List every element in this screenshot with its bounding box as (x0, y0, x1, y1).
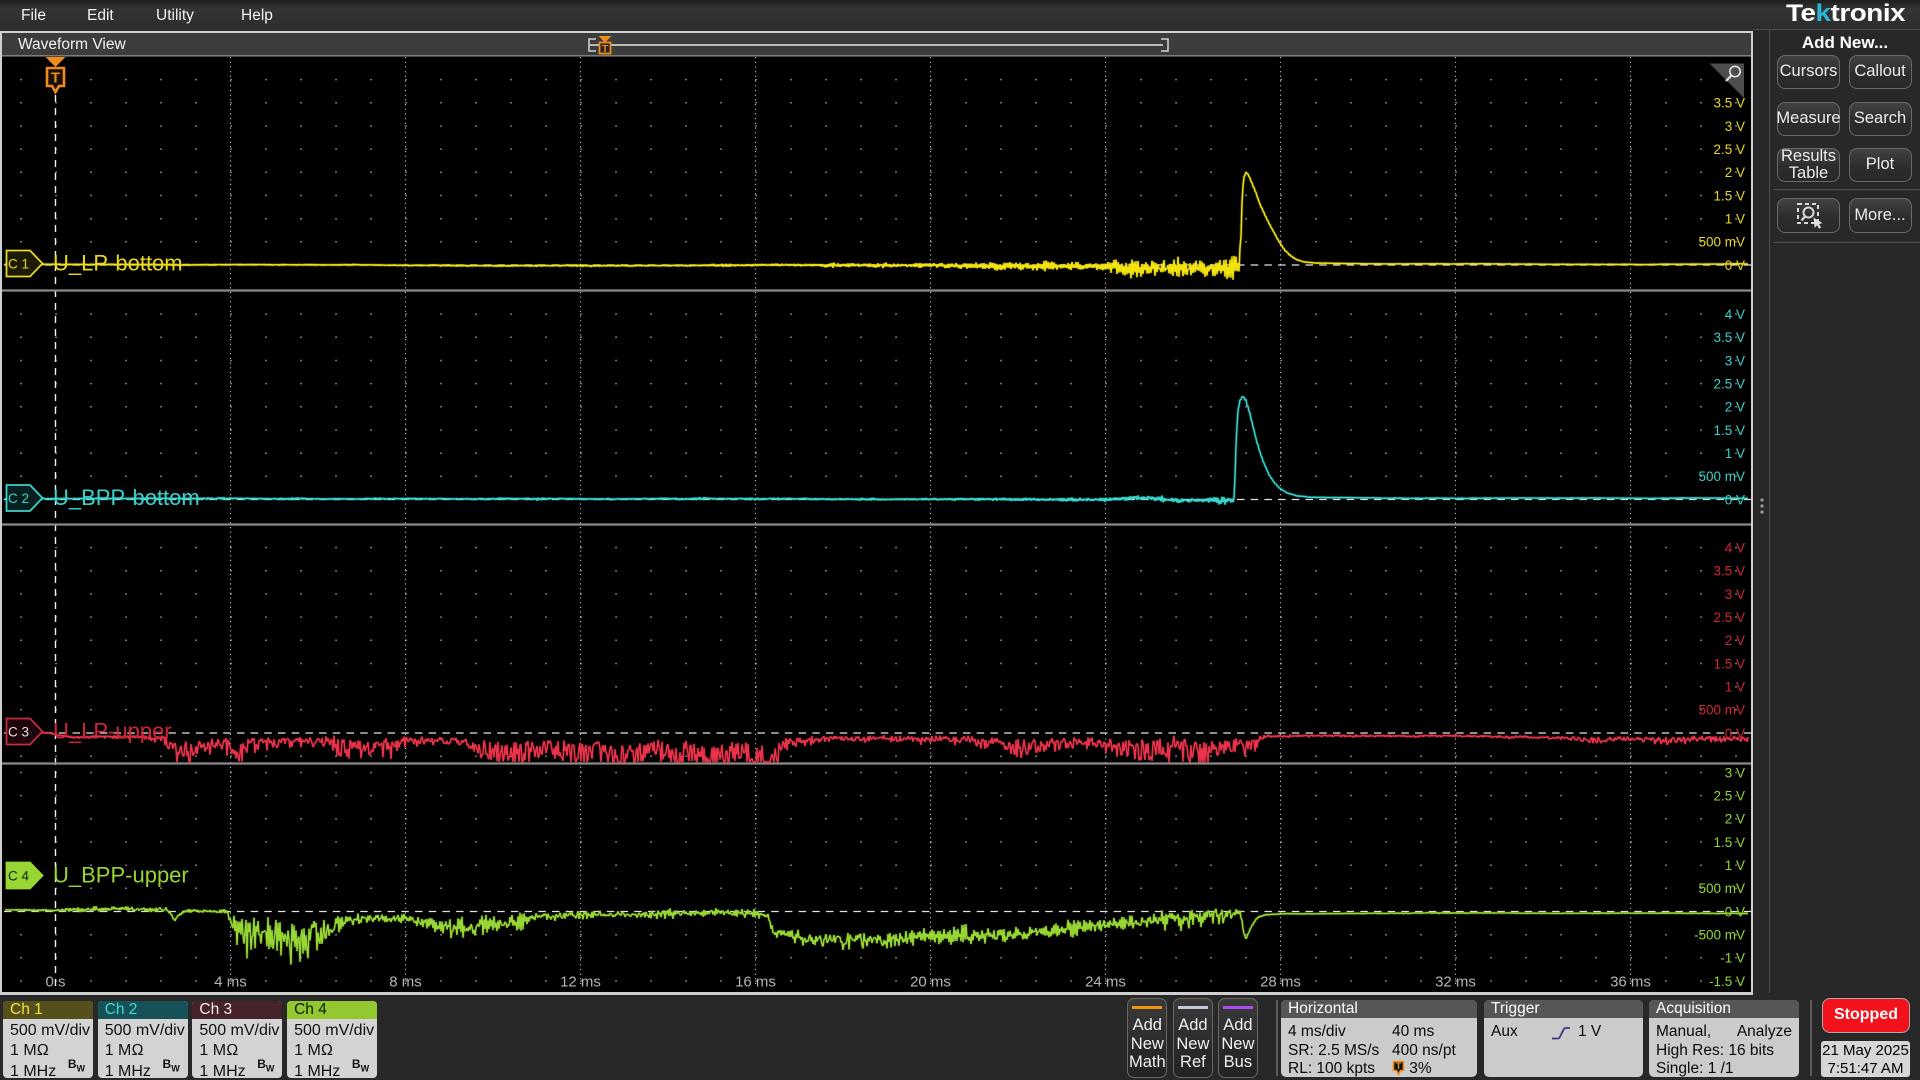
svg-text:2 V: 2 V (1725, 165, 1745, 180)
svg-text:3.5 V: 3.5 V (1713, 330, 1745, 345)
svg-text:3 V: 3 V (1725, 119, 1745, 134)
svg-text:4 ms: 4 ms (214, 974, 247, 991)
svg-text:1.5 V: 1.5 V (1713, 835, 1745, 850)
svg-text:1.5 V: 1.5 V (1713, 656, 1745, 671)
svg-text:1 V: 1 V (1725, 446, 1745, 461)
svg-text:2 V: 2 V (1725, 400, 1745, 415)
svg-text:24 ms: 24 ms (1085, 974, 1126, 991)
svg-text:2 V: 2 V (1725, 633, 1745, 648)
svg-text:500 mV: 500 mV (1698, 703, 1745, 718)
svg-text:1 V: 1 V (1725, 212, 1745, 227)
svg-text:3.5 V: 3.5 V (1713, 564, 1745, 579)
svg-text:T: T (51, 70, 60, 87)
svg-text:2 V: 2 V (1725, 812, 1745, 827)
svg-text:12 ms: 12 ms (560, 974, 601, 991)
svg-text:C 2: C 2 (8, 491, 29, 506)
svg-text:C 1: C 1 (8, 257, 29, 272)
svg-text:4 V: 4 V (1725, 540, 1745, 555)
svg-text:-1 V: -1 V (1720, 951, 1745, 966)
svg-text:500 mV: 500 mV (1698, 469, 1745, 484)
svg-text:U_BPP-upper: U_BPP-upper (53, 863, 189, 888)
svg-text:0 V: 0 V (1725, 492, 1745, 507)
svg-text:T: T (602, 44, 608, 55)
svg-text:2.5 V: 2.5 V (1713, 788, 1745, 803)
svg-text:0 V: 0 V (1725, 726, 1745, 741)
svg-text:500 mV: 500 mV (1698, 881, 1745, 896)
svg-text:2.5 V: 2.5 V (1713, 610, 1745, 625)
svg-text:2.5 V: 2.5 V (1713, 376, 1745, 391)
svg-text:2.5 V: 2.5 V (1713, 142, 1745, 157)
svg-text:3 V: 3 V (1725, 765, 1745, 780)
svg-text:1 V: 1 V (1725, 680, 1745, 695)
svg-text:T: T (1396, 1061, 1402, 1071)
svg-text:C 4: C 4 (8, 869, 30, 884)
svg-text:C 3: C 3 (8, 725, 29, 740)
svg-text:1.5 V: 1.5 V (1713, 188, 1745, 203)
svg-text:U_LP-upper: U_LP-upper (53, 719, 172, 744)
svg-text:4 V: 4 V (1725, 307, 1745, 322)
svg-text:16 ms: 16 ms (735, 974, 776, 991)
svg-text:U_LP-bottom: U_LP-bottom (53, 251, 183, 276)
svg-text:1 V: 1 V (1725, 858, 1745, 873)
svg-text:3 V: 3 V (1725, 587, 1745, 602)
svg-text:500 mV: 500 mV (1698, 235, 1745, 250)
svg-text:28 ms: 28 ms (1260, 974, 1301, 991)
svg-text:1.5 V: 1.5 V (1713, 423, 1745, 438)
svg-text:0 V: 0 V (1725, 258, 1745, 273)
svg-text:8 ms: 8 ms (389, 974, 422, 991)
svg-text:-1.5 V: -1.5 V (1709, 974, 1745, 989)
svg-text:0 V: 0 V (1725, 904, 1745, 919)
svg-text:20 ms: 20 ms (910, 974, 951, 991)
svg-text:3.5 V: 3.5 V (1713, 96, 1745, 111)
svg-text:36 ms: 36 ms (1610, 974, 1651, 991)
svg-text:-500 mV: -500 mV (1694, 928, 1745, 943)
svg-text:U_BPP-bottom: U_BPP-bottom (53, 485, 200, 510)
svg-text:0 s: 0 s (45, 974, 65, 991)
svg-text:3 V: 3 V (1725, 353, 1745, 368)
svg-text:32 ms: 32 ms (1435, 974, 1476, 991)
